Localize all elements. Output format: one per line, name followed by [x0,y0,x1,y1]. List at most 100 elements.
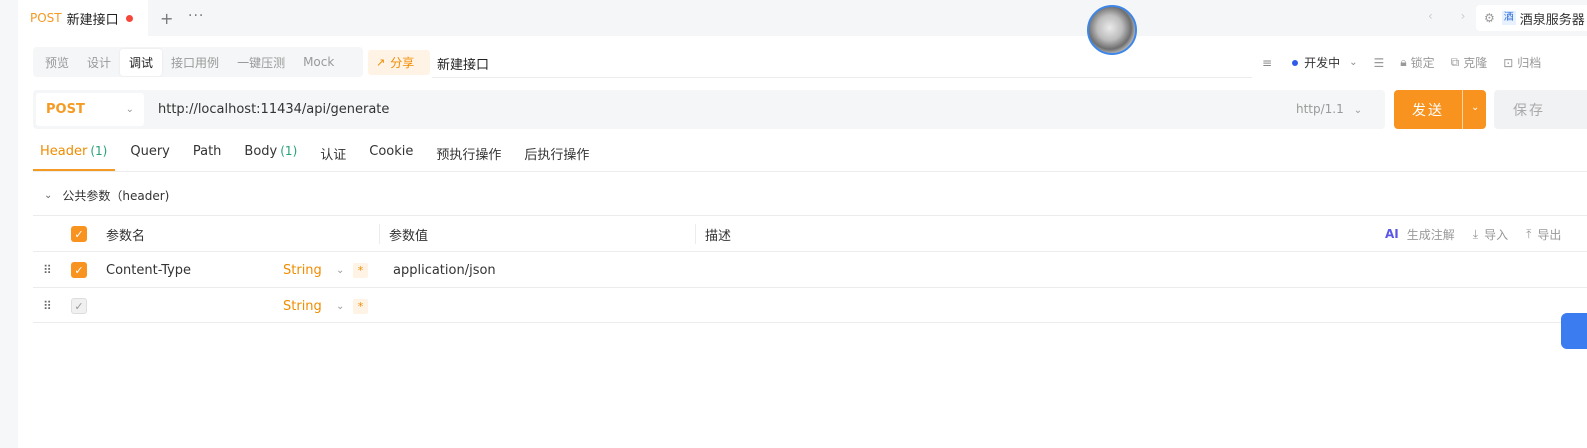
type-select[interactable]: String [283,252,322,288]
save-button[interactable]: 保存 [1494,90,1587,129]
required-icon: * [353,298,368,314]
check-icon: ✓ [71,226,87,242]
tab-header[interactable]: Header (1) [32,141,116,172]
outline-icon[interactable]: ☰ [1373,56,1384,70]
param-tabs-divider [33,171,1587,172]
table-tools: AI 生成注解 ⤓ 导入 ⤒ 导出 [1385,216,1561,252]
left-strip [0,0,18,448]
mode-switcher: 预览 设计 调试 接口用例 一键压测 Mock [33,47,363,77]
settings-icon[interactable]: ⚙ [1484,11,1495,25]
chevron-down-icon[interactable]: ⌄ [336,288,344,324]
send-options-chevron-icon[interactable]: ⌄ [1471,102,1479,113]
http-version-select[interactable]: http/1.1 ⌄ [1296,102,1362,116]
tab-bar: POST 新建接口 + ··· ‹ › ⚙ 酒 酒泉服务器 [18,0,1587,36]
right-tools: ≡ 开发中 ⌄ ☰ 🔒︎ 锁定 ⧉ 克隆 ⊡ 归档 [1262,54,1541,71]
tab-auth[interactable]: 认证 [320,141,346,172]
method-value: POST [46,102,85,117]
mode-mock[interactable]: Mock [294,50,343,74]
common-params-label: 公共参数（header) [62,189,170,203]
http-version-value: http/1.1 [1296,102,1344,116]
clone-icon[interactable]: ⧉ [1451,55,1460,70]
project-name: 酒泉服务器 [1519,12,1585,28]
send-button[interactable]: 发送 ⌄ [1394,90,1486,129]
export-icon: ⤒ [1526,226,1532,241]
tab-body[interactable]: Body (1) [244,141,297,172]
user-avatar[interactable] [1087,5,1137,55]
column-divider [695,224,696,244]
tab-pre-script[interactable]: 预执行操作 [436,141,501,172]
check-icon: ✓ [71,262,87,278]
chevron-down-icon: ⌄ [1353,105,1363,116]
param-name-input[interactable]: Content-Type [106,252,191,288]
archive-button[interactable]: 归档 [1517,54,1541,71]
tab-path[interactable]: Path [193,141,222,172]
required-icon: * [353,262,368,278]
tab-method: POST [30,11,62,25]
share-icon: ↗ [376,56,386,69]
type-select[interactable]: String [283,288,322,324]
tab-cookie[interactable]: Cookie [369,141,413,172]
import-button[interactable]: 导入 [1484,226,1508,243]
archive-icon[interactable]: ⊡ [1503,56,1513,70]
env-select[interactable]: 开发中 [1304,54,1340,71]
header-name: 参数名 [106,228,146,244]
send-label: 发送 [1412,102,1444,119]
header-desc: 描述 [705,228,732,244]
clone-button[interactable]: 克隆 [1463,54,1487,71]
url-bar: POST ⌄ http://localhost:11434/api/genera… [33,90,1385,129]
mode-test-case[interactable]: 接口用例 [162,49,228,76]
header-value: 参数值 [389,228,429,244]
chevron-down-icon[interactable]: ⌄ [336,252,344,288]
mode-design[interactable]: 设计 [78,49,120,76]
project-switcher[interactable]: ⚙ 酒 酒泉服务器 [1476,5,1587,31]
export-button[interactable]: 导出 [1537,226,1561,243]
tab-query[interactable]: Query [130,141,170,172]
common-params-toggle[interactable]: ⌄ 公共参数（header) [44,187,169,204]
project-icon: 酒 [1501,11,1516,25]
mode-preview[interactable]: 预览 [36,49,78,76]
format-icon[interactable]: ≡ [1262,56,1272,70]
drag-handle-icon[interactable]: ⠿ [43,288,52,324]
param-tabs: Header (1) Query Path Body (1) 认证 Cookie 预… [32,141,612,172]
params-table: ✓ 参数名 参数值 描述 AI 生成注解 ⤓ 导入 ⤒ 导出 ⠿ ✓ Conte… [33,215,1587,323]
check-icon: ✓ [71,298,87,314]
collapse-icon: ⌄ [44,190,53,201]
save-label: 保存 [1513,102,1545,119]
mode-load-test[interactable]: 一键压测 [228,49,294,76]
send-split-divider [1462,90,1463,129]
param-value-input[interactable]: application/json [393,252,496,288]
add-tab-button[interactable]: + [160,9,173,28]
lock-icon[interactable]: 🔒︎ [1400,55,1406,70]
more-tabs-button[interactable]: ··· [188,8,204,24]
mode-debug[interactable]: 调试 [120,48,163,76]
share-label: 分享 [390,56,415,70]
floating-assistant-button[interactable] [1561,313,1587,349]
select-all-checkbox[interactable]: ✓ [71,216,87,252]
generate-annotation-button[interactable]: 生成注解 [1407,226,1455,243]
table-header-row: ✓ 参数名 参数值 描述 AI 生成注解 ⤓ 导入 ⤒ 导出 [33,215,1587,251]
lock-button[interactable]: 锁定 [1411,54,1435,71]
unsaved-dot-icon [125,14,133,22]
row-checkbox[interactable]: ✓ [71,288,87,324]
app-root: POST 新建接口 + ··· ‹ › ⚙ 酒 酒泉服务器 预览 设计 调试 接… [0,0,1587,448]
tab-new-interface[interactable]: POST 新建接口 [18,0,148,36]
chevron-down-icon: ⌄ [125,104,134,115]
ai-icon: AI [1385,227,1399,241]
chevron-down-icon[interactable]: ⌄ [1349,57,1357,68]
nav-arrows[interactable]: ‹ › [1428,9,1477,23]
method-select[interactable]: POST ⌄ [36,93,144,126]
share-button[interactable]: ↗ 分享 [368,50,430,75]
tab-title: 新建接口 [66,12,119,28]
table-row: ⠿ ✓ String ⌄ * [33,287,1587,323]
row-checkbox[interactable]: ✓ [71,252,87,288]
env-dot-icon [1292,59,1299,66]
tab-post-script[interactable]: 后执行操作 [524,141,589,172]
interface-name-input[interactable]: 新建接口 [437,54,489,73]
table-row: ⠿ ✓ Content-Type String ⌄ * application/… [33,251,1587,287]
required-toggle[interactable]: * [353,288,368,324]
import-icon: ⤓ [1472,226,1479,241]
required-toggle[interactable]: * [353,252,368,288]
url-input[interactable]: http://localhost:11434/api/generate [158,102,389,117]
drag-handle-icon[interactable]: ⠿ [43,252,52,288]
name-underline [432,77,1252,78]
